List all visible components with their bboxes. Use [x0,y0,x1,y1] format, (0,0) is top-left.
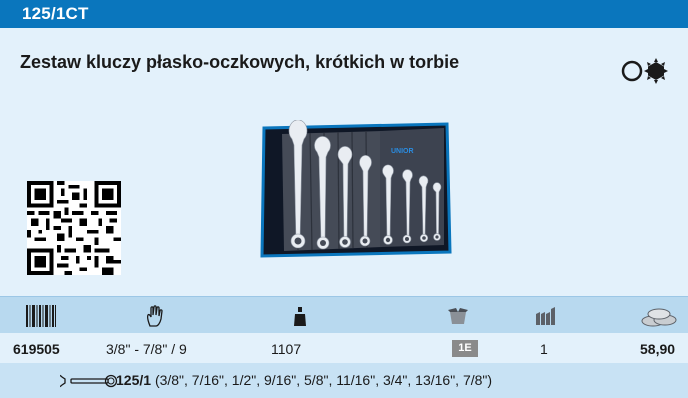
box-icon [448,308,468,324]
component-size-list: (3/8", 7/16", 1/2", 9/16", 5/8", 11/16",… [154,372,493,388]
package-badge: 1E [452,340,478,357]
product-code: 125/1CT [22,4,89,23]
component-code: 125/1 [116,372,152,388]
barcode-icon [26,305,56,327]
component-row: 125/1 (3/8", 7/16", 1/2", 9/16", 5/8", 1… [0,363,688,398]
pack-icon [536,307,555,325]
coins-icon [641,308,677,327]
qr-code [27,181,121,275]
fit-icons [621,58,668,84]
wrench-icon [60,374,118,388]
header-bar: 125/1CT [0,0,688,28]
article-number: 619505 [13,341,60,357]
quantity-value: 1 [540,341,548,357]
component-sizes: 125/1 (3/8", 7/16", 1/2", 9/16", 5/8", 1… [116,372,492,388]
product-title: Zestaw kluczy płasko-oczkowych, krótkich… [20,52,460,72]
price-value: 58,90 [640,341,676,357]
table-row: 619505 3/8" - 7/8" / 9 1107 1E 1 58,90 [0,333,688,363]
weight-icon [294,307,306,326]
hex-gear-icon [644,58,668,84]
table-header-row [0,296,688,333]
hand-icon [146,305,163,327]
weight-value: 1107 [271,341,302,357]
ring-icon [621,60,643,82]
size-range: 3/8" - 7/8" / 9 [106,341,187,357]
product-image-brand: UNIOR [391,148,414,155]
product-image: UNIOR [260,120,452,258]
